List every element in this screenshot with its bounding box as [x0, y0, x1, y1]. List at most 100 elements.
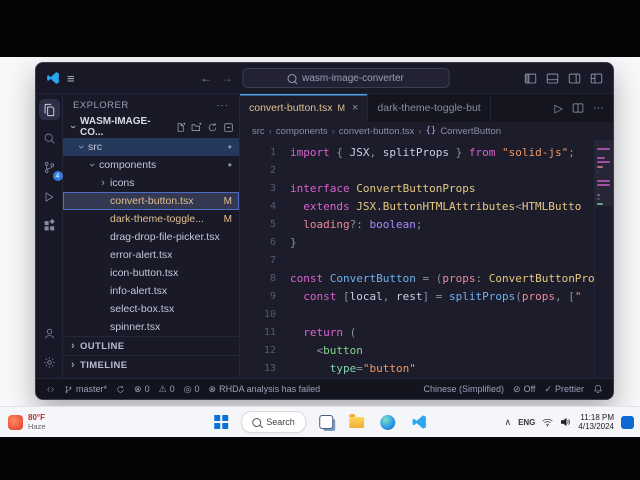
token: [323, 272, 330, 285]
tree-item-convert-button-tsx[interactable]: convert-button.tsxM: [63, 192, 239, 210]
breadcrumb-item-components[interactable]: components: [276, 126, 328, 137]
tree-item-label: icon-button.tsx: [110, 267, 178, 279]
more-actions-icon[interactable]: ···: [217, 100, 230, 111]
sidebar-section-timeline[interactable]: ›TIMELINE: [63, 355, 239, 374]
tree-item-dark-theme-toggle[interactable]: dark-theme-toggle...M: [63, 210, 239, 228]
folder-change-dot: •: [228, 142, 232, 152]
status-item-bell[interactable]: [593, 384, 603, 394]
code-text: type="button": [290, 360, 416, 378]
scm-badge: 4: [53, 171, 63, 181]
toggle-sidebar-icon[interactable]: [524, 72, 537, 85]
vscode-icon: [411, 414, 427, 430]
forward-icon[interactable]: →: [221, 71, 233, 85]
run-file-icon[interactable]: ▷: [555, 102, 563, 115]
menu-icon[interactable]: ≡: [67, 71, 75, 86]
tree-item-spinner-tsx[interactable]: spinner.tsx: [63, 318, 239, 336]
settings-gear-icon[interactable]: [39, 352, 60, 373]
weather-widget[interactable]: 80°F Haze: [8, 407, 46, 437]
command-center-search[interactable]: wasm-image-converter: [242, 68, 449, 88]
token: JSX: [350, 146, 370, 159]
tray-chevron-icon[interactable]: ∧: [504, 417, 511, 428]
status-item-0[interactable]: ◎0: [184, 384, 200, 395]
tab-label: convert-button.tsx: [249, 102, 332, 114]
account-icon[interactable]: [39, 323, 60, 344]
status-item-master[interactable]: master*: [64, 384, 107, 395]
run-debug-icon[interactable]: [39, 186, 60, 207]
back-icon[interactable]: ←: [200, 71, 212, 85]
token: ;: [416, 218, 423, 231]
minimap-line: [597, 166, 603, 168]
collapse-all-icon[interactable]: [223, 122, 234, 133]
workspace-root[interactable]: › WASM-IMAGE-CO...: [63, 116, 239, 138]
notification-badge[interactable]: [621, 416, 634, 429]
letterbox-top: [0, 0, 640, 57]
tree-item-icons[interactable]: ›icons: [63, 174, 239, 192]
customize-layout-icon[interactable]: [590, 72, 603, 85]
token: splitProps: [383, 146, 449, 159]
tray-clock[interactable]: 11:18 PM 4/13/2024: [578, 413, 614, 432]
breadcrumb-item-convert-button-tsx[interactable]: convert-button.tsx: [339, 126, 415, 137]
token: ConvertButton: [330, 272, 416, 285]
toggle-secondary-sidebar-icon[interactable]: [568, 72, 581, 85]
tree-item-src[interactable]: ›src•: [63, 138, 239, 156]
file-tree: ›src•›components•›iconsconvert-button.ts…: [63, 138, 239, 336]
line-number: 4: [240, 198, 290, 216]
status-item-0[interactable]: ⊗0: [134, 384, 150, 395]
wifi-icon[interactable]: [542, 418, 553, 427]
code-line: 2: [240, 162, 594, 180]
token: loading: [303, 218, 349, 231]
start-button[interactable]: [210, 411, 232, 433]
new-folder-icon[interactable]: [191, 122, 202, 133]
task-view-button[interactable]: [315, 411, 337, 433]
chevron-right-icon: ›: [418, 126, 421, 137]
tab-convert-button-tsx[interactable]: convert-button.tsxM×: [240, 94, 368, 122]
tree-item-error-alert-tsx[interactable]: error-alert.tsx: [63, 246, 239, 264]
status-item-prettier[interactable]: ✓Prettier: [544, 384, 584, 395]
code-text: interface ConvertButtonProps: [290, 180, 475, 198]
screen: ≡ ← → wasm-image-converter: [0, 0, 640, 480]
tree-item-select-box-tsx[interactable]: select-box.tsx: [63, 300, 239, 318]
tree-item-label: drag-drop-file-picker.tsx: [110, 231, 220, 243]
new-file-icon[interactable]: [175, 122, 186, 133]
token: extends: [303, 200, 349, 213]
status-item-remote[interactable]: [46, 385, 55, 394]
tree-item-label: error-alert.tsx: [110, 249, 172, 261]
token: (: [343, 326, 356, 339]
file-explorer-button[interactable]: [346, 411, 368, 433]
refresh-icon[interactable]: [207, 122, 218, 133]
volume-icon[interactable]: [560, 417, 571, 427]
workspace-root-label: WASM-IMAGE-CO...: [80, 116, 173, 138]
split-editor-icon[interactable]: [572, 102, 584, 114]
status-item-sync[interactable]: [116, 385, 125, 394]
tab-strip: convert-button.tsxM×dark-theme-toggle-bu…: [240, 94, 491, 122]
extensions-icon[interactable]: [39, 215, 60, 236]
editor-more-icon[interactable]: ···: [593, 102, 604, 114]
breadcrumb-item-convertbutton[interactable]: ConvertButton: [440, 126, 501, 137]
token: "solid-js": [502, 146, 568, 159]
explorer-icon[interactable]: [39, 99, 60, 120]
status-item-0[interactable]: ⚠0: [159, 384, 175, 395]
edge-button[interactable]: [377, 411, 399, 433]
close-icon[interactable]: ×: [352, 102, 358, 114]
sidebar-section-outline[interactable]: ›OUTLINE: [63, 336, 239, 355]
tray-language[interactable]: ENG: [518, 418, 535, 427]
tree-item-components[interactable]: ›components•: [63, 156, 239, 174]
status-item-rhda-analysis-has-failed[interactable]: ⊗RHDA analysis has failed: [209, 384, 321, 395]
status-label: Off: [524, 384, 536, 394]
status-item-off[interactable]: ⊘Off: [513, 384, 535, 395]
minimap-line: [597, 157, 605, 159]
code-editor[interactable]: 1import { JSX, splitProps } from "solid-…: [240, 140, 594, 378]
source-control-icon[interactable]: 4: [39, 157, 60, 178]
vscode-taskbar-button[interactable]: [408, 411, 430, 433]
breadcrumb-item-src[interactable]: src: [252, 126, 265, 137]
tree-item-icon-button-tsx[interactable]: icon-button.tsx: [63, 264, 239, 282]
tab-dark-theme-toggle-but[interactable]: dark-theme-toggle-but: [368, 94, 490, 122]
search-activity-icon[interactable]: [39, 128, 60, 149]
status-item-chinese-simplified[interactable]: Chinese (Simplified): [424, 384, 505, 394]
toggle-panel-icon[interactable]: [546, 72, 559, 85]
tree-item-drag-drop-file-picker-tsx[interactable]: drag-drop-file-picker.tsx: [63, 228, 239, 246]
token: "button": [363, 362, 416, 375]
taskbar-search[interactable]: Search: [241, 411, 306, 433]
tree-item-info-alert-tsx[interactable]: info-alert.tsx: [63, 282, 239, 300]
minimap[interactable]: [594, 140, 613, 378]
